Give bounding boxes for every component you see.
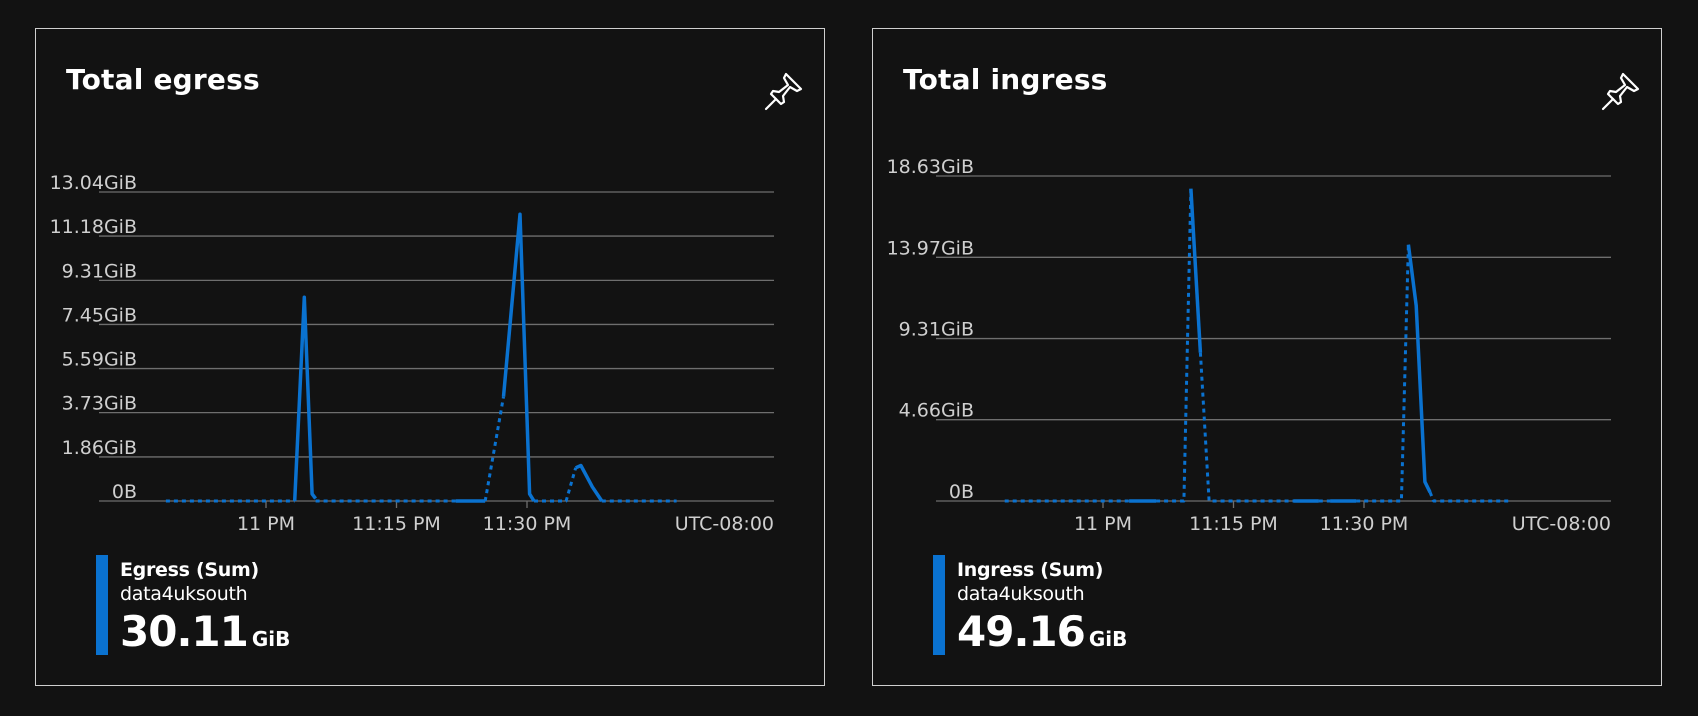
- y-axis-labels: 0B 4.66GiB 9.31GiB 13.97GiB 18.63GiB: [887, 156, 974, 503]
- y-tick-label: 9.31GiB: [899, 319, 974, 341]
- timezone-label: UTC-08:00: [675, 513, 774, 535]
- legend-total-unit: GiB: [1088, 627, 1128, 651]
- ingress-chart: 0B4.66GiB9.31GiB13.97GiB18.63GiB 11 PM 11…: [887, 156, 1611, 535]
- y-tick-label: 7.45GiB: [62, 304, 137, 326]
- y-tick-label: 13.04GiB: [50, 172, 137, 194]
- series-line: [1189, 188, 1203, 353]
- y-tick-label: 18.63GiB: [887, 156, 974, 178]
- series-lines: [1004, 188, 1511, 503]
- series-line-dashed: [534, 467, 578, 503]
- series-line: [1406, 244, 1432, 494]
- x-axis: 11 PM 11:15 PM 11:30 PM: [237, 501, 571, 535]
- legend-color-bar: [96, 555, 108, 655]
- y-tick-label: 0B: [112, 481, 137, 503]
- legend-resource-name: data4uksouth: [120, 583, 248, 605]
- grid-lines: [99, 191, 774, 502]
- series-lines: [165, 212, 677, 503]
- grid-lines: [936, 175, 1611, 502]
- y-tick-label: 9.31GiB: [62, 260, 137, 282]
- timezone-label: UTC-08:00: [1512, 513, 1611, 535]
- y-tick-label: 11.18GiB: [50, 216, 137, 238]
- legend-series-name: Ingress (Sum): [957, 559, 1104, 581]
- y-tick-label: 3.73GiB: [62, 393, 137, 415]
- series-line: [574, 463, 604, 502]
- series-line-dashed: [1356, 244, 1410, 503]
- series-line-dashed: [1198, 352, 1294, 503]
- series-line-dashed: [1156, 188, 1193, 503]
- y-tick-label: 1.86GiB: [62, 437, 137, 459]
- legend-total-unit: GiB: [251, 627, 291, 651]
- legend[interactable]: Ingress (Sum) data4uksouth 49.16 GiB: [933, 555, 1333, 685]
- legend-total-value: 49.16: [957, 607, 1086, 656]
- x-tick-label: 11 PM: [1074, 513, 1132, 535]
- x-tick-label: 11:15 PM: [1189, 513, 1278, 535]
- legend-total: 30.11 GiB: [120, 607, 290, 656]
- series-line: [292, 295, 318, 502]
- legend-color-bar: [933, 555, 945, 655]
- legend-series-name: Egress (Sum): [120, 559, 259, 581]
- x-tick-label: 11 PM: [237, 513, 295, 535]
- series-line: [501, 212, 536, 502]
- egress-card[interactable]: Total egress 0B 1.86GiB 3.73GiB 5.59GiB 7.45…: [35, 28, 825, 686]
- legend-total-value: 30.11: [120, 607, 249, 656]
- legend-resource-name: data4uksouth: [957, 583, 1085, 605]
- x-tick-label: 11:30 PM: [1320, 513, 1409, 535]
- y-tick-label: 5.59GiB: [62, 349, 137, 371]
- ingress-card[interactable]: Total ingress 0B 4.66GiB 9.31GiB 13.97GiB 18…: [872, 28, 1662, 686]
- y-tick-label: 0B: [949, 481, 974, 503]
- x-tick-label: 11:15 PM: [352, 513, 441, 535]
- x-axis: 11 PM 11:15 PM 11:30 PM: [1074, 501, 1408, 535]
- y-axis-labels: 0B 1.86GiB 3.73GiB 5.59GiB 7.45GiB 9.31GiB 11.…: [50, 172, 137, 503]
- egress-chart: 0B 1.86GiB 3.73GiB 5.59GiB 7.45GiB 9.31GiB 11.…: [50, 172, 774, 535]
- y-tick-label: 13.97GiB: [887, 237, 974, 259]
- legend-total: 49.16 GiB: [957, 607, 1127, 656]
- x-tick-label: 11:30 PM: [483, 513, 572, 535]
- y-tick-label: 4.66GiB: [899, 400, 974, 422]
- series-line-dashed: [1428, 491, 1511, 503]
- legend[interactable]: Egress (Sum) data4uksouth 30.11 GiB: [96, 555, 496, 685]
